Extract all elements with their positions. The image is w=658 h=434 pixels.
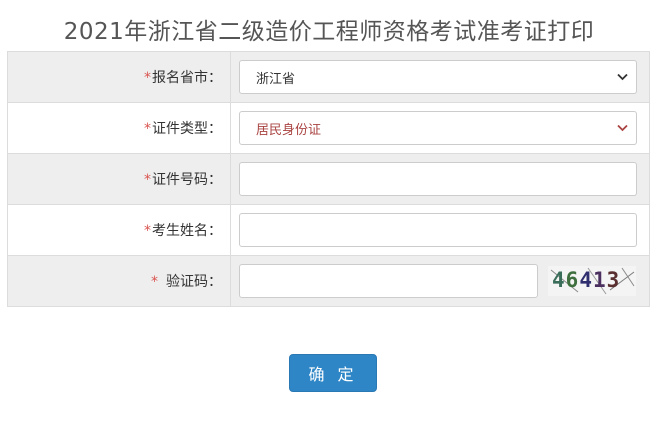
page-title: 2021年浙江省二级造价工程师资格考试准考证打印 <box>63 19 595 45</box>
id-type-select-value: 居民身份证 <box>256 122 322 138</box>
name-label-text: 考生姓名： <box>152 223 222 239</box>
chevron-down-icon <box>617 122 628 135</box>
captcha-char: 6 <box>565 268 580 292</box>
confirm-button[interactable]: 确 定 <box>289 354 377 392</box>
captcha-char: 4 <box>552 268 566 292</box>
captcha-char: 1 <box>592 268 607 292</box>
required-mark: * <box>144 121 151 137</box>
required-mark: * <box>144 172 151 188</box>
form-row-province: *报名省市： 浙江省 <box>7 51 650 103</box>
captcha-label-text: 验证码： <box>166 274 222 290</box>
province-label: *报名省市： <box>7 51 231 103</box>
captcha-text: 46413 <box>552 268 620 292</box>
id-type-label: *证件类型： <box>7 102 231 154</box>
form-row-captcha: * 验证码： 46413 <box>7 255 650 307</box>
name-label: *考生姓名： <box>7 204 231 256</box>
captcha-char: 3 <box>606 268 621 292</box>
admission-form: *报名省市： 浙江省 *证件类型： 居民身份证 *证件号码： *考生姓名： * … <box>7 51 650 307</box>
form-row-id-number: *证件号码： <box>7 153 650 205</box>
form-row-name: *考生姓名： <box>7 204 650 256</box>
province-select-value: 浙江省 <box>256 71 296 87</box>
captcha-image[interactable]: 46413 <box>548 266 636 296</box>
id-number-input[interactable] <box>239 162 637 196</box>
id-type-select[interactable]: 居民身份证 <box>239 111 637 145</box>
form-row-id-type: *证件类型： 居民身份证 <box>7 102 650 154</box>
required-mark: * <box>151 274 158 290</box>
name-input[interactable] <box>239 213 637 247</box>
province-label-text: 报名省市： <box>152 70 222 86</box>
captcha-char: 4 <box>579 268 593 292</box>
captcha-input[interactable] <box>239 264 538 298</box>
required-mark: * <box>144 70 151 86</box>
chevron-down-icon <box>617 71 628 84</box>
required-mark: * <box>144 223 151 239</box>
id-number-label: *证件号码： <box>7 153 231 205</box>
province-select[interactable]: 浙江省 <box>239 60 637 94</box>
captcha-label: * 验证码： <box>7 255 231 307</box>
id-number-label-text: 证件号码： <box>152 172 222 188</box>
id-type-label-text: 证件类型： <box>152 121 222 137</box>
